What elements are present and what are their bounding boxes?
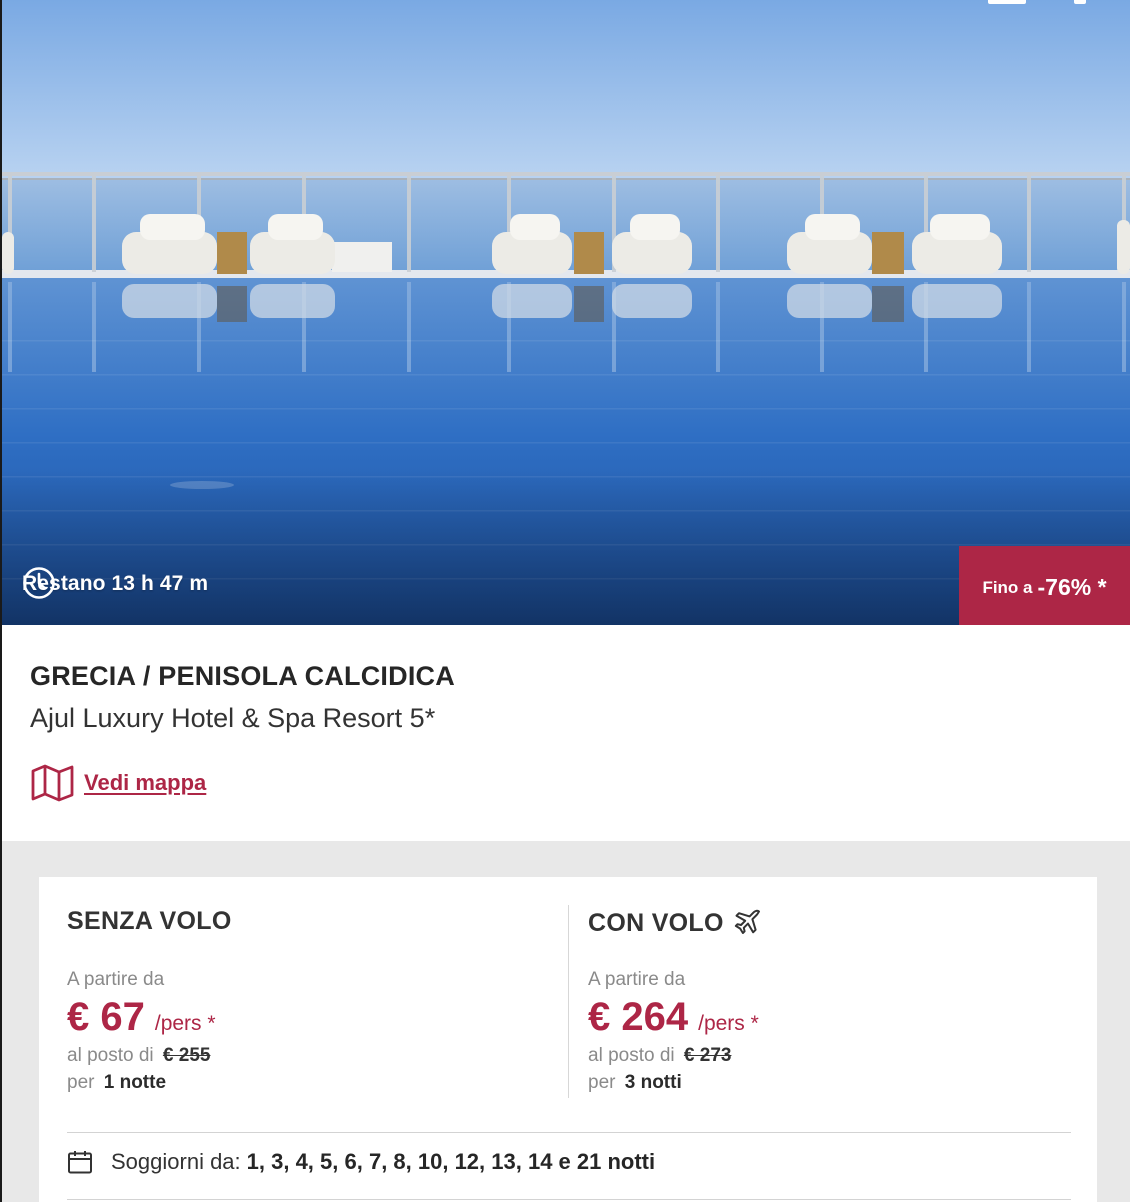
railing-post — [716, 176, 720, 272]
map-icon — [31, 764, 74, 802]
railing-post-reflection — [1027, 282, 1031, 372]
railing-top — [2, 172, 1130, 176]
old-price: € 255 — [162, 1045, 211, 1066]
view-map-link[interactable]: Vedi mappa — [30, 763, 206, 803]
discount-badge: Fino a -76% * — [959, 546, 1130, 625]
nights-line: per 1 notte — [67, 1072, 166, 1094]
old-price-line: al posto di € 273 — [588, 1045, 731, 1067]
column-divider — [568, 905, 569, 1098]
calendar-icon — [68, 1151, 92, 1174]
old-price-line: al posto di € 255 — [67, 1045, 210, 1067]
side-table-reflection — [574, 286, 604, 322]
nights-value: 3 notti — [624, 1072, 682, 1093]
instead-label: al posto di — [588, 1045, 675, 1066]
lounger-reflection — [912, 284, 1002, 318]
hotel-name[interactable]: Ajul Luxury Hotel & Spa Resort 5* — [30, 703, 435, 734]
airplane-icon — [734, 909, 760, 934]
favorite-icon[interactable] — [1074, 0, 1086, 4]
lounger-edge — [1117, 220, 1130, 274]
lounger-back — [510, 214, 560, 240]
nights-value: 1 notte — [103, 1072, 167, 1093]
lounger-reflection — [250, 284, 335, 318]
without-flight-title: SENZA VOLO — [67, 907, 232, 936]
lounger-reflection — [787, 284, 872, 318]
railing-post-reflection — [1122, 282, 1126, 372]
side-table — [872, 232, 904, 274]
side-table — [217, 232, 247, 274]
stays-label: Soggiorni da: — [111, 1149, 241, 1174]
railing-post-reflection — [8, 282, 12, 372]
side-table-reflection — [872, 286, 904, 322]
nights-line: per 3 notti — [588, 1072, 682, 1094]
per-person-label: /pers * — [154, 1012, 216, 1035]
from-label: A partire da — [67, 969, 165, 990]
railing-post — [92, 176, 96, 272]
lounger-edge — [2, 232, 14, 274]
for-label: per — [67, 1072, 95, 1093]
railing-post — [1027, 176, 1031, 272]
pool-photo — [2, 0, 1130, 625]
lounger-reflection — [612, 284, 692, 318]
share-icon[interactable] — [988, 0, 1026, 4]
lounger-reflection — [122, 284, 217, 318]
with-flight-title-text: CON VOLO — [588, 908, 724, 937]
offer-card-page: Restano 13 h 47 m Fino a -76% * GRECIA /… — [0, 0, 1130, 1202]
lounger-back — [930, 214, 990, 240]
price-row: € 264 /pers * — [588, 995, 759, 1040]
price-value: € 67 — [67, 995, 145, 1039]
with-flight-title: CON VOLO — [588, 907, 764, 939]
railing-bar — [2, 178, 1130, 180]
water-ripple — [2, 442, 1130, 444]
for-label: per — [588, 1072, 616, 1093]
lounger-reflection — [492, 284, 572, 318]
old-price: € 273 — [683, 1045, 732, 1066]
railing-post-reflection — [92, 282, 96, 372]
instead-label: al posto di — [67, 1045, 154, 1066]
price-row: € 67 /pers * — [67, 995, 216, 1040]
lounger-back — [268, 214, 323, 240]
prices-section: SENZA VOLO A partire da € 67 /pers * al … — [2, 841, 1130, 1202]
without-flight-title-text: SENZA VOLO — [67, 907, 232, 935]
stays-values: 1, 3, 4, 5, 6, 7, 8, 10, 12, 13, 14 e 21… — [246, 1149, 656, 1174]
sky — [2, 0, 1130, 180]
without-flight-option[interactable]: SENZA VOLO A partire da € 67 /pers * al … — [67, 877, 547, 1107]
stays-info: Soggiorni da: 1, 3, 4, 5, 6, 7, 8, 10, 12… — [67, 1149, 655, 1175]
clock-icon — [23, 567, 55, 599]
water-ripple — [2, 374, 1130, 376]
hero-image[interactable]: Restano 13 h 47 m Fino a -76% * — [2, 0, 1130, 625]
price-value: € 264 — [588, 995, 689, 1039]
railing-post — [407, 176, 411, 272]
lounger-back — [630, 214, 680, 240]
side-table — [574, 232, 604, 274]
prices-card: SENZA VOLO A partire da € 67 /pers * al … — [39, 877, 1097, 1202]
deck-block — [332, 242, 392, 272]
view-map-label: Vedi mappa — [84, 770, 207, 795]
discount-prefix: Fino a — [982, 577, 1033, 597]
railing-post-reflection — [407, 282, 411, 372]
destination-title: GRECIA / PENISOLA CALCIDICA — [30, 661, 455, 691]
discount-value: -76% * — [1037, 574, 1107, 600]
side-table-reflection — [217, 286, 247, 322]
railing-post-reflection — [716, 282, 720, 372]
stays-divider-top — [67, 1132, 1071, 1133]
lounger-back — [140, 214, 205, 240]
lounger-back — [805, 214, 860, 240]
water-ripple — [2, 408, 1130, 410]
offer-info: GRECIA / PENISOLA CALCIDICA Ajul Luxury … — [2, 625, 1130, 841]
time-left: Restano 13 h 47 m — [22, 566, 208, 602]
per-person-label: /pers * — [698, 1012, 759, 1035]
stays-divider-bottom — [67, 1199, 1071, 1200]
from-label: A partire da — [588, 969, 686, 990]
water-ripple — [2, 340, 1130, 342]
with-flight-option[interactable]: CON VOLO A partire da € 264 /pers * al p… — [588, 877, 1068, 1107]
